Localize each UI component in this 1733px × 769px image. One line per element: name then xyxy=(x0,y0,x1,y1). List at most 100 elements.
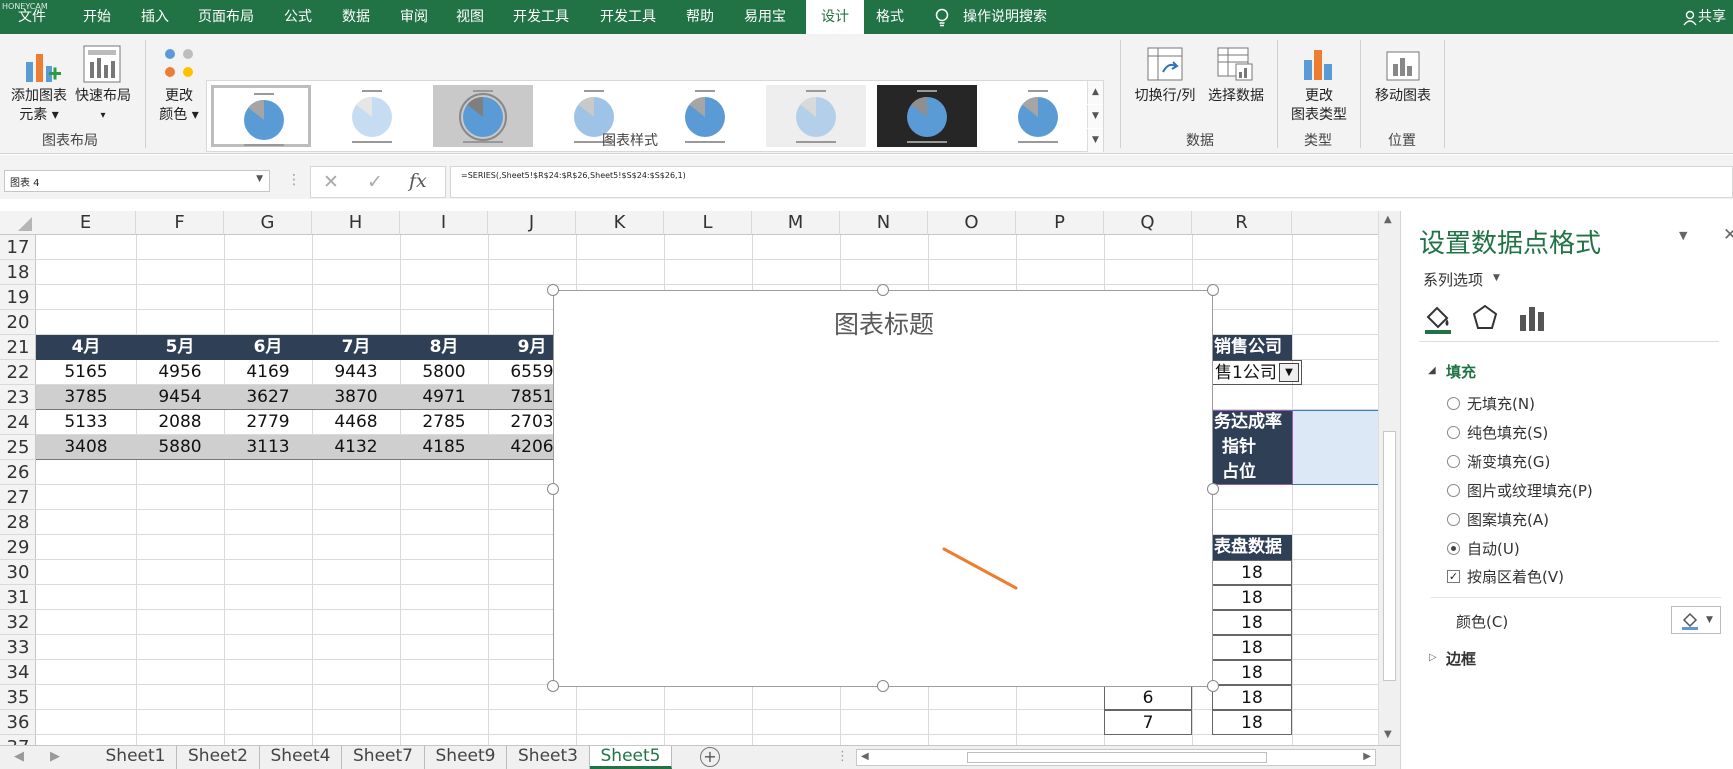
column-header-i[interactable]: I xyxy=(400,211,488,235)
radio-button[interactable] xyxy=(1447,455,1460,468)
row-header[interactable]: 36 xyxy=(0,710,36,735)
menu-home[interactable]: 开始 xyxy=(75,0,119,34)
data-cell[interactable]: 3408 xyxy=(36,435,136,460)
radio-button[interactable] xyxy=(1447,397,1460,410)
tell-me-search[interactable]: 操作说明搜索 xyxy=(955,0,1055,34)
menu-insert[interactable]: 插入 xyxy=(133,0,177,34)
sheet-tab-sheet3[interactable]: Sheet3 xyxy=(507,746,590,769)
gallery-more-button[interactable]: ▼ xyxy=(1087,129,1103,152)
resize-handle-se[interactable] xyxy=(1207,680,1219,692)
company-dropdown[interactable]: 售1公司 ▼ xyxy=(1212,360,1302,385)
data-cell[interactable]: 3113 xyxy=(224,435,312,460)
row-header[interactable]: 34 xyxy=(0,660,36,685)
dial-value-cell[interactable]: 18 xyxy=(1212,685,1292,710)
cancel-x-icon[interactable]: ✕ xyxy=(323,171,339,193)
data-cell[interactable]: 9454 xyxy=(136,385,224,410)
sheet-tab-sheet4[interactable]: Sheet4 xyxy=(260,746,342,769)
gallery-scroll-down[interactable]: ▼ xyxy=(1087,105,1103,128)
data-cell[interactable]: 5133 xyxy=(36,410,136,435)
column-header-f[interactable]: F xyxy=(136,211,224,235)
q-value-cell[interactable]: 6 xyxy=(1104,685,1192,710)
close-pane-icon[interactable]: ✕ xyxy=(1723,225,1733,245)
row-header[interactable]: 22 xyxy=(0,360,36,385)
data-cell[interactable]: 2088 xyxy=(136,410,224,435)
row-header[interactable]: 32 xyxy=(0,610,36,635)
data-cell[interactable]: 2779 xyxy=(224,410,312,435)
row-header[interactable]: 20 xyxy=(0,310,36,335)
data-cell[interactable]: 4132 xyxy=(312,435,400,460)
scroll-down-icon[interactable]: ▼ xyxy=(1384,729,1392,740)
row-header[interactable]: 25 xyxy=(0,435,36,460)
data-cell[interactable]: 4185 xyxy=(400,435,488,460)
data-cell[interactable]: 4971 xyxy=(400,385,488,410)
menu-help[interactable]: 帮助 xyxy=(678,0,722,34)
chart-style-thumb[interactable] xyxy=(211,85,311,147)
sheet-tab-sheet7[interactable]: Sheet7 xyxy=(342,746,425,769)
data-cell[interactable]: 5165 xyxy=(36,360,136,385)
confirm-check-icon[interactable]: ✓ xyxy=(367,171,383,193)
dial-value-cell[interactable]: 18 xyxy=(1212,660,1292,685)
data-cell[interactable]: 5880 xyxy=(136,435,224,460)
menu-view[interactable]: 视图 xyxy=(448,0,492,34)
menu-data[interactable]: 数据 xyxy=(334,0,378,34)
row-header[interactable]: 28 xyxy=(0,510,36,535)
q-value-cell[interactable]: 7 xyxy=(1104,710,1192,735)
sheet-tab-sheet2[interactable]: Sheet2 xyxy=(177,746,260,769)
resize-handle-ne[interactable] xyxy=(1207,284,1219,296)
row-header[interactable]: 31 xyxy=(0,585,36,610)
column-header-g[interactable]: G xyxy=(224,211,312,235)
row-header[interactable]: 26 xyxy=(0,460,36,485)
menu-developer-2[interactable]: 开发工具 xyxy=(592,0,664,34)
chart-object[interactable]: 图表标题 xyxy=(547,284,1219,692)
row-header[interactable]: 18 xyxy=(0,260,36,285)
radio-button-selected[interactable] xyxy=(1447,542,1460,555)
column-header-j[interactable]: J xyxy=(488,211,576,235)
column-header-m[interactable]: M xyxy=(752,211,840,235)
column-header-n[interactable]: N xyxy=(840,211,928,235)
dial-value-cell[interactable]: 18 xyxy=(1212,635,1292,660)
dial-value-cell[interactable]: 18 xyxy=(1212,560,1292,585)
scroll-up-icon[interactable]: ▲ xyxy=(1384,214,1392,225)
vertical-scrollbar[interactable]: ▲ ▼ xyxy=(1378,211,1400,745)
add-sheet-icon[interactable]: + xyxy=(700,747,720,767)
dial-value-cell[interactable]: 18 xyxy=(1212,710,1292,735)
sheet-tab-sheet5[interactable]: Sheet5 xyxy=(590,746,672,769)
prev-sheet-icon[interactable]: ◀ xyxy=(14,749,24,764)
dial-value-cell[interactable]: 18 xyxy=(1212,585,1292,610)
share-button[interactable]: 共享 xyxy=(1698,0,1726,34)
pane-options-dropdown-icon[interactable]: ▼ xyxy=(1679,229,1687,242)
row-header[interactable]: 29 xyxy=(0,535,36,560)
column-header-l[interactable]: L xyxy=(664,211,752,235)
resize-handle-e[interactable] xyxy=(1207,483,1219,495)
menu-file[interactable]: 文件 xyxy=(10,0,54,34)
name-box-dropdown-icon[interactable]: ▼ xyxy=(256,174,263,184)
horizontal-scrollbar[interactable]: ◀ ▶ xyxy=(856,749,1376,766)
row-header[interactable]: 27 xyxy=(0,485,36,510)
row-header[interactable]: 17 xyxy=(0,235,36,260)
tab-split-grip-icon[interactable]: ⋮ xyxy=(836,749,849,764)
sheet-tab-sheet1[interactable]: Sheet1 xyxy=(95,746,177,769)
dropdown-arrow-icon[interactable]: ▼ xyxy=(1279,363,1299,382)
resize-handle-s[interactable] xyxy=(877,680,889,692)
resize-handle-n[interactable] xyxy=(877,284,889,296)
chart-style-thumb[interactable] xyxy=(988,85,1088,147)
radio-button[interactable] xyxy=(1447,484,1460,497)
row-header[interactable]: 21 xyxy=(0,335,36,360)
menu-page-layout[interactable]: 页面布局 xyxy=(190,0,262,34)
gallery-scroll-up[interactable]: ▲ xyxy=(1087,81,1103,104)
select-all-icon[interactable] xyxy=(18,217,32,234)
column-header-q[interactable]: Q xyxy=(1104,211,1192,235)
data-cell[interactable]: 9443 xyxy=(312,360,400,385)
resize-handle-nw[interactable] xyxy=(547,284,559,296)
data-cell[interactable]: 4468 xyxy=(312,410,400,435)
color-picker-button[interactable]: ▼ xyxy=(1671,606,1721,634)
name-box[interactable]: 图表 4 ▼ xyxy=(4,170,270,192)
row-header[interactable]: 23 xyxy=(0,385,36,410)
fill-line-icon[interactable] xyxy=(1423,303,1453,338)
menu-format[interactable]: 格式 xyxy=(868,0,912,34)
scroll-left-icon[interactable]: ◀ xyxy=(861,751,869,762)
menu-formulas[interactable]: 公式 xyxy=(276,0,320,34)
resize-handle-sw[interactable] xyxy=(547,680,559,692)
column-header-p[interactable]: P xyxy=(1016,211,1104,235)
data-cell[interactable]: 2785 xyxy=(400,410,488,435)
